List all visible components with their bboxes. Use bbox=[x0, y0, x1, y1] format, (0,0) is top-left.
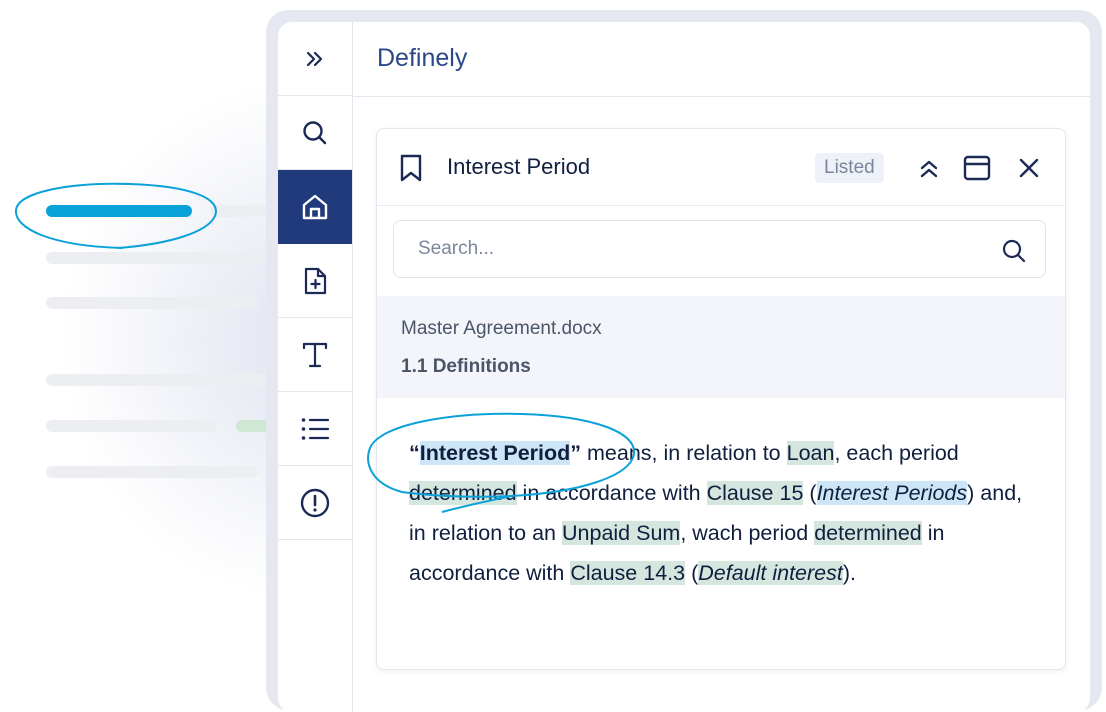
term-link-loan[interactable]: Loan bbox=[786, 441, 835, 465]
source-document: Master Agreement.docx bbox=[401, 318, 602, 339]
file-plus-icon bbox=[304, 267, 327, 294]
source-info: Master Agreement.docx 1.1 Definitions bbox=[377, 296, 1065, 398]
rail-alerts-button[interactable] bbox=[278, 466, 352, 540]
rail-search-button[interactable] bbox=[278, 96, 352, 170]
window-icon[interactable] bbox=[962, 154, 992, 182]
rail-add-document-button[interactable] bbox=[278, 244, 352, 318]
background-shadow bbox=[60, 80, 300, 600]
list-icon bbox=[301, 417, 330, 440]
text-segment: in accordance with bbox=[516, 481, 707, 505]
chevrons-up-icon[interactable] bbox=[915, 154, 943, 182]
status-badge: Listed bbox=[815, 153, 884, 183]
collapse-button[interactable] bbox=[278, 22, 352, 96]
search-icon[interactable] bbox=[1001, 238, 1027, 264]
background-line bbox=[46, 297, 258, 309]
app-header: Definely bbox=[352, 22, 1090, 97]
background-highlighted-line bbox=[46, 205, 192, 217]
term-link-determined[interactable]: determined bbox=[814, 521, 922, 545]
background-line bbox=[46, 252, 280, 264]
rail-list-button[interactable] bbox=[278, 392, 352, 466]
term-link-determined[interactable]: determined bbox=[409, 481, 517, 505]
home-icon bbox=[302, 194, 328, 219]
text-icon bbox=[302, 342, 328, 367]
sidebar-rail bbox=[278, 22, 353, 712]
definely-panel: Definely Interest Period Listed Search..… bbox=[278, 22, 1090, 712]
text-segment: ). bbox=[842, 561, 856, 585]
background-line bbox=[46, 420, 216, 432]
text-segment: ( bbox=[803, 481, 817, 505]
definition-text: “Interest Period” means, in relation to … bbox=[409, 433, 1039, 593]
term-link-clause-15[interactable]: Clause 15 bbox=[706, 481, 804, 505]
text-segment: , wach period bbox=[680, 521, 815, 545]
bookmark-icon[interactable] bbox=[399, 153, 423, 183]
background-line bbox=[46, 374, 280, 386]
definition-title: Interest Period bbox=[447, 154, 591, 179]
card-header: Interest Period Listed bbox=[377, 129, 1065, 206]
alert-circle-icon bbox=[300, 488, 330, 517]
search-icon bbox=[303, 120, 327, 144]
term-link-interest-periods[interactable]: Interest Periods bbox=[816, 481, 968, 505]
defined-term: Interest Period bbox=[419, 441, 571, 465]
definition-card: Interest Period Listed Master Agreement.… bbox=[376, 128, 1066, 670]
search-input[interactable] bbox=[394, 221, 1045, 277]
background-line bbox=[46, 466, 258, 478]
text-segment: , each period bbox=[834, 441, 959, 465]
rail-text-button[interactable] bbox=[278, 318, 352, 392]
rail-home-button[interactable] bbox=[278, 170, 352, 244]
text-segment: means, in relation to bbox=[581, 441, 787, 465]
close-quote: ” bbox=[570, 441, 582, 465]
close-icon[interactable] bbox=[1015, 154, 1043, 182]
open-quote: “ bbox=[409, 441, 420, 465]
app-title: Definely bbox=[377, 44, 468, 72]
term-link-clause-14-3[interactable]: Clause 14.3 bbox=[570, 561, 686, 585]
text-segment: ( bbox=[685, 561, 699, 585]
search-field[interactable] bbox=[393, 220, 1046, 278]
term-link-unpaid-sum[interactable]: Unpaid Sum bbox=[562, 521, 681, 545]
chevrons-right-icon bbox=[306, 51, 323, 66]
source-section: 1.1 Definitions bbox=[401, 356, 531, 377]
term-link-default-interest[interactable]: Default interest bbox=[698, 561, 843, 585]
